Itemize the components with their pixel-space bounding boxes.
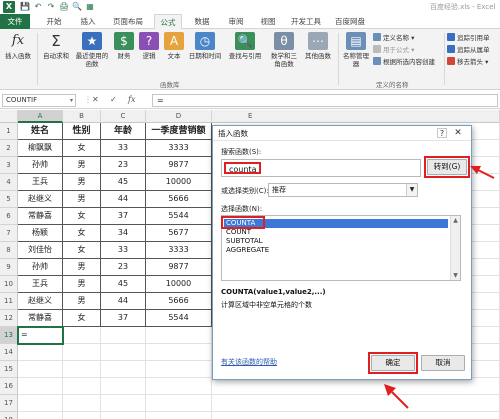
arrow-to-ok-button [384, 384, 409, 409]
arrow-to-go-button [470, 166, 495, 179]
annotation-arrows [384, 166, 495, 409]
